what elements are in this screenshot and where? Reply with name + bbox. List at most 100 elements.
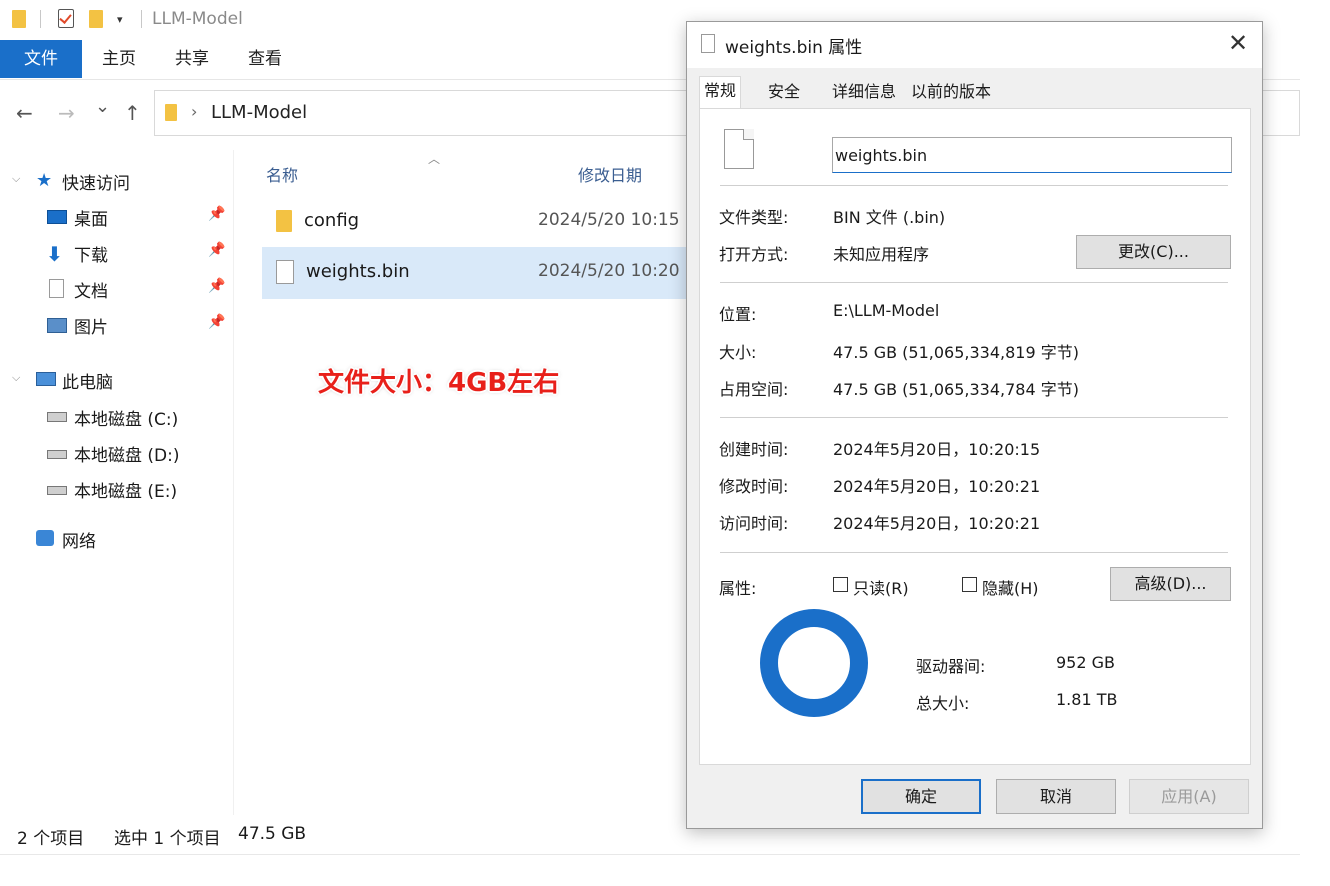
sidebar-item-label: 本地磁盘 (C:) <box>74 410 179 430</box>
window-title: LLM-Model <box>152 9 243 29</box>
tab-security[interactable]: 安全 <box>764 78 804 108</box>
sidebar-item-this-pc[interactable]: ⌵ 此电脑 <box>0 365 234 395</box>
size-on-disk-value: 47.5 GB (51,065,334,784 字节) <box>833 380 1079 399</box>
open-with-label: 打开方式: <box>719 245 789 264</box>
divider <box>720 417 1228 418</box>
desktop-icon <box>47 210 67 224</box>
divider <box>720 185 1228 186</box>
drive-free-label: 驱动器间: <box>916 657 986 676</box>
divider <box>720 282 1228 283</box>
sidebar-item-label: 本地磁盘 (E:) <box>74 482 178 502</box>
change-button[interactable]: 更改(C)... <box>1076 235 1231 269</box>
tab-previous-versions[interactable]: 以前的版本 <box>907 78 995 108</box>
file-date: 2024/5/20 10:20 <box>538 261 680 281</box>
pictures-icon <box>47 318 67 333</box>
chevron-down-icon[interactable]: ⌵ <box>12 371 20 385</box>
divider <box>720 552 1228 553</box>
toolbar-divider <box>40 10 41 28</box>
tab-share[interactable]: 共享 <box>169 40 215 78</box>
sidebar-item-label: 图片 <box>74 318 108 338</box>
file-name: weights.bin <box>306 261 410 282</box>
filename-field[interactable] <box>832 137 1232 173</box>
file-type-value: BIN 文件 (.bin) <box>833 208 946 227</box>
disk-usage-donut <box>760 609 868 717</box>
sidebar-item-label: 此电脑 <box>62 373 113 393</box>
tab-home[interactable]: 主页 <box>96 40 142 78</box>
folder-icon <box>276 210 292 232</box>
status-size: 47.5 GB <box>238 824 307 844</box>
dialog-title-bar[interactable]: weights.bin 属性 ✕ <box>687 22 1262 68</box>
sidebar-item-pictures[interactable]: 图片 📌 <box>0 310 234 340</box>
file-icon <box>276 260 294 284</box>
ok-button[interactable]: 确定 <box>861 779 981 814</box>
download-arrow-icon: ⬇ <box>46 242 63 266</box>
customize-quick-access-chevron-down-icon[interactable]: ▾ <box>117 13 123 26</box>
list-item[interactable]: weights.bin 2024/5/20 10:20 <box>262 247 692 299</box>
network-icon <box>36 530 54 546</box>
advanced-button[interactable]: 高级(D)... <box>1110 567 1231 601</box>
sidebar-item-label: 文档 <box>74 282 108 302</box>
back-arrow-icon[interactable]: ← <box>16 101 33 125</box>
readonly-label[interactable]: 只读(R) <box>853 575 909 599</box>
sidebar-item-label: 桌面 <box>74 210 108 230</box>
sidebar-item-label: 下载 <box>74 246 108 266</box>
file-icon <box>724 129 754 169</box>
dialog-title: weights.bin 属性 <box>725 38 863 58</box>
properties-dialog: weights.bin 属性 ✕ 常规 安全 详细信息 以前的版本 文件类型: … <box>686 21 1263 829</box>
chevron-down-icon[interactable]: ⌵ <box>12 172 20 186</box>
properties-quick-access-icon[interactable] <box>58 9 74 28</box>
size-on-disk-label: 占用空间: <box>719 380 789 399</box>
list-item[interactable]: config 2024/5/20 10:15 <box>262 196 692 248</box>
status-selection: 选中 1 个项目 <box>114 829 221 849</box>
size-label: 大小: <box>719 343 757 362</box>
sidebar-item-drive-d[interactable]: 本地磁盘 (D:) <box>0 438 234 468</box>
folder-icon <box>12 10 26 28</box>
created-label: 创建时间: <box>719 440 789 459</box>
sidebar-item-network[interactable]: 网络 <box>0 524 234 554</box>
breadcrumb-chevron-icon[interactable]: › <box>191 102 197 121</box>
file-list: 名称 ︿ 修改日期 config 2024/5/20 10:15 weights… <box>262 150 692 815</box>
pin-icon[interactable]: 📌 <box>208 278 225 294</box>
pin-icon[interactable]: 📌 <box>208 242 225 258</box>
sidebar-item-documents[interactable]: 文档 📌 <box>0 274 234 304</box>
drive-free-value: 952 GB <box>1056 653 1115 672</box>
sidebar-item-drive-e[interactable]: 本地磁盘 (E:) <box>0 474 234 504</box>
column-header-name[interactable]: 名称 <box>266 162 298 186</box>
pin-icon[interactable]: 📌 <box>208 206 225 222</box>
modified-value: 2024年5月20日，10:20:21 <box>833 477 1041 496</box>
column-header-modified[interactable]: 修改日期 <box>578 162 642 186</box>
hidden-label[interactable]: 隐藏(H) <box>982 575 1039 599</box>
sidebar-item-downloads[interactable]: ⬇ 下载 📌 <box>0 238 234 268</box>
breadcrumb-current[interactable]: LLM-Model <box>211 102 307 123</box>
readonly-checkbox[interactable] <box>833 577 848 592</box>
tab-details[interactable]: 详细信息 <box>828 78 900 108</box>
sidebar-item-drive-c[interactable]: 本地磁盘 (C:) <box>0 402 234 432</box>
sort-ascending-icon: ︿ <box>428 152 441 166</box>
recent-locations-chevron-icon[interactable]: ⌄ <box>95 96 110 117</box>
sidebar-item-quick-access[interactable]: ⌵ ★ 快速访问 <box>0 166 234 196</box>
tab-general[interactable]: 常规 <box>699 76 742 108</box>
size-value: 47.5 GB (51,065,334,819 字节) <box>833 343 1079 362</box>
new-folder-quick-access-icon[interactable] <box>89 10 103 28</box>
attributes-label: 属性: <box>719 579 757 598</box>
sidebar-item-label: 网络 <box>62 532 96 552</box>
forward-arrow-icon[interactable]: → <box>58 101 75 125</box>
pin-icon[interactable]: 📌 <box>208 314 225 330</box>
size-annotation: 文件大小：4GB左右 <box>318 368 560 398</box>
file-name: config <box>304 210 360 231</box>
sidebar-item-desktop[interactable]: 桌面 📌 <box>0 202 234 232</box>
drive-total-label: 总大小: <box>916 694 970 713</box>
file-date: 2024/5/20 10:15 <box>538 210 680 230</box>
sidebar-item-label: 快速访问 <box>62 174 130 194</box>
up-arrow-icon[interactable]: ↑ <box>124 101 141 125</box>
drive-icon <box>47 450 67 459</box>
apply-button[interactable]: 应用(A) <box>1129 779 1249 814</box>
hidden-checkbox[interactable] <box>962 577 977 592</box>
accessed-value: 2024年5月20日，10:20:21 <box>833 514 1041 533</box>
status-item-count: 2 个项目 <box>17 829 85 849</box>
document-icon <box>49 279 64 298</box>
close-icon[interactable]: ✕ <box>1223 28 1253 58</box>
tab-view[interactable]: 查看 <box>242 40 288 78</box>
tab-file[interactable]: 文件 <box>0 40 82 78</box>
cancel-button[interactable]: 取消 <box>996 779 1116 814</box>
